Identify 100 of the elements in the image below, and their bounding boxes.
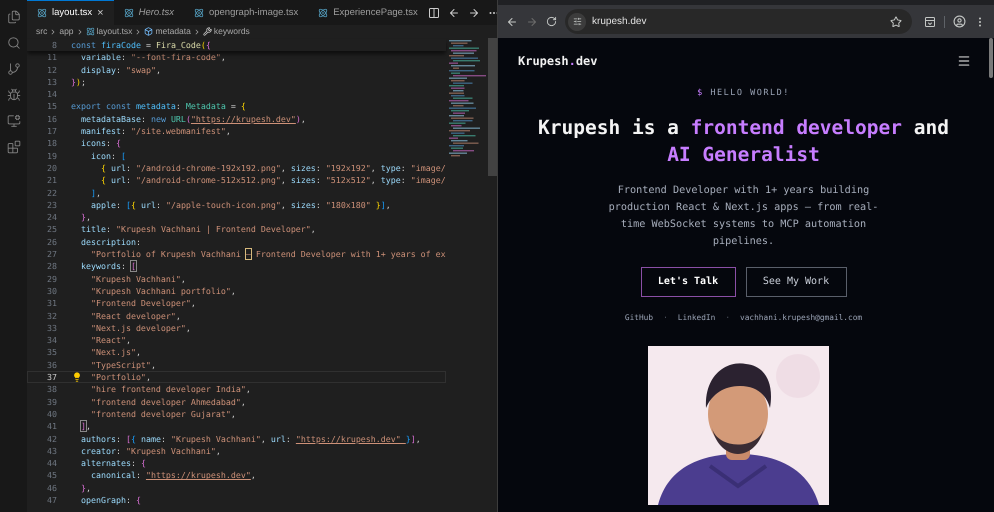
scrollbar-thumb[interactable]	[989, 38, 993, 78]
react-icon	[194, 8, 204, 18]
code-line: variable: "--font-fira-code",	[81, 51, 226, 64]
code-line: });	[71, 76, 86, 88]
code-line: "Krupesh Vachhani portfolio",	[90, 284, 236, 298]
line-number: 34	[46, 334, 57, 346]
forward-icon[interactable]	[468, 6, 480, 18]
react-icon	[124, 8, 134, 18]
tab-label: Hero.tsx	[138, 6, 174, 20]
files-icon[interactable]	[6, 10, 20, 24]
work-button[interactable]: See My Work	[746, 266, 846, 297]
line-number: 21	[46, 174, 57, 187]
line-number: 15	[46, 100, 57, 113]
code-line: "React developer",	[90, 310, 181, 322]
line-number: 8	[51, 39, 57, 52]
intro-text: Frontend Developer with 1+ years building production React & Next.js apps — from real-time WebSocket systems to MCP automation pipelines.	[608, 184, 880, 249]
code-line: },	[81, 211, 91, 224]
line-number: 27	[46, 248, 57, 260]
code-line: apple: [{ url: "/apple-touch-icon.png", sizes: "180x180" }],	[90, 198, 391, 212]
line-number: 39	[46, 396, 57, 408]
bookmark-icon[interactable]	[890, 16, 902, 28]
tab-label: ExperiencePage.tsx	[333, 6, 418, 20]
editor-tab[interactable]: Hero.tsx	[114, 0, 184, 25]
tab-label: opengraph-image.tsx	[208, 6, 298, 20]
extensions-icon[interactable]	[6, 140, 20, 154]
editor-tab[interactable]: ExperiencePage.tsx	[308, 0, 428, 25]
line-number: 30	[46, 284, 57, 298]
code-line: "Portfolio",	[90, 371, 151, 384]
code-line: "React",	[90, 334, 131, 346]
line-number: 43	[46, 444, 57, 458]
line-number: 36	[46, 358, 57, 372]
line-number: 13	[46, 76, 57, 88]
line-number: 35	[46, 346, 57, 359]
line-number: 11	[46, 51, 57, 64]
code-line: "TypeScript",	[90, 358, 156, 372]
code-line: creator: "Krupesh Vachhani",	[81, 444, 221, 458]
hero-heading: Krupesh is a frontend developer and AI Generalist	[537, 114, 950, 168]
line-number: 29	[46, 272, 57, 285]
line-number: 14	[46, 88, 57, 100]
site-settings-button[interactable]	[568, 12, 586, 30]
line-number: 12	[46, 64, 57, 76]
code-line: icon: [	[90, 150, 126, 162]
line-number: 22	[46, 186, 57, 199]
contact-button[interactable]: Let's Talk	[640, 266, 736, 297]
line-number: 17	[46, 125, 57, 138]
code-line: "hire frontend developer India",	[90, 383, 251, 396]
lightbulb-icon[interactable]	[72, 372, 82, 382]
line-number: 47	[46, 494, 57, 506]
react-icon	[37, 8, 47, 18]
scrollbar-thumb[interactable]	[488, 38, 497, 176]
code-line: manifest: "/site.webmanifest",	[81, 125, 231, 138]
breadcrumb-item[interactable]: app	[59, 25, 74, 38]
wrench-icon	[202, 27, 212, 36]
line-number: 45	[46, 469, 57, 482]
back-icon[interactable]	[506, 16, 518, 28]
breadcrumb-item[interactable]: layout.tsx	[96, 25, 132, 38]
code-line: "Next.js developer",	[90, 322, 191, 334]
profile-icon[interactable]	[953, 15, 966, 28]
code-line: canonical: "https://krupesh.dev",	[90, 469, 256, 482]
breadcrumb-item[interactable]: src	[36, 25, 48, 38]
line-number: 31	[46, 297, 57, 310]
site-logo[interactable]: Krupesh.dev	[518, 52, 598, 70]
editor-tab[interactable]: opengraph-image.tsx	[184, 0, 308, 25]
tab-label: layout.tsx	[52, 6, 92, 20]
line-number: 23	[46, 198, 57, 212]
code-line: description:	[81, 236, 141, 248]
monitor-icon[interactable]	[6, 114, 20, 128]
line-number: 28	[46, 260, 57, 273]
line-number: 42	[46, 432, 57, 445]
code-line: "frontend developer Ahmedabad",	[90, 396, 246, 408]
split-editor-icon[interactable]	[428, 6, 440, 18]
line-number: 41	[46, 420, 57, 432]
menu-icon[interactable]	[957, 54, 971, 68]
line-number: 46	[46, 482, 57, 494]
code-line: { url: "/android-chrome-512x512.png", sizes: "512x512", type: "image/	[100, 174, 446, 187]
breadcrumb-item[interactable]: metadata	[155, 25, 191, 38]
bug-icon[interactable]	[6, 88, 20, 102]
breadcrumb-item[interactable]: keywords	[214, 25, 250, 38]
line-number: 24	[46, 211, 57, 224]
branch-icon[interactable]	[6, 62, 20, 76]
code-line: "Frontend Developer",	[90, 297, 196, 310]
code-line: "Krupesh Vachhani",	[90, 272, 186, 285]
address-bar[interactable]: krupesh.dev	[565, 9, 912, 34]
code-line: alternates: {	[81, 457, 146, 470]
line-number: 38	[46, 383, 57, 396]
back-icon[interactable]	[448, 6, 460, 18]
close-button[interactable]: ×	[97, 4, 104, 22]
search-icon[interactable]	[6, 36, 20, 50]
code-line: "Next.js",	[90, 346, 141, 359]
line-number: 37	[46, 371, 57, 384]
line-number: 26	[46, 236, 57, 248]
reload-icon[interactable]	[546, 16, 557, 27]
line-number: 40	[46, 408, 57, 420]
code-line: },	[81, 482, 91, 494]
tab-search-icon[interactable]	[924, 16, 936, 28]
editor-tab[interactable]: layout.tsx ×	[27, 0, 114, 25]
cube-icon	[144, 27, 154, 36]
code-line: const firaCode = Fira_Code({	[71, 39, 211, 52]
code-line: "frontend developer Gujarat",	[90, 408, 236, 420]
line-number: 18	[46, 137, 57, 150]
